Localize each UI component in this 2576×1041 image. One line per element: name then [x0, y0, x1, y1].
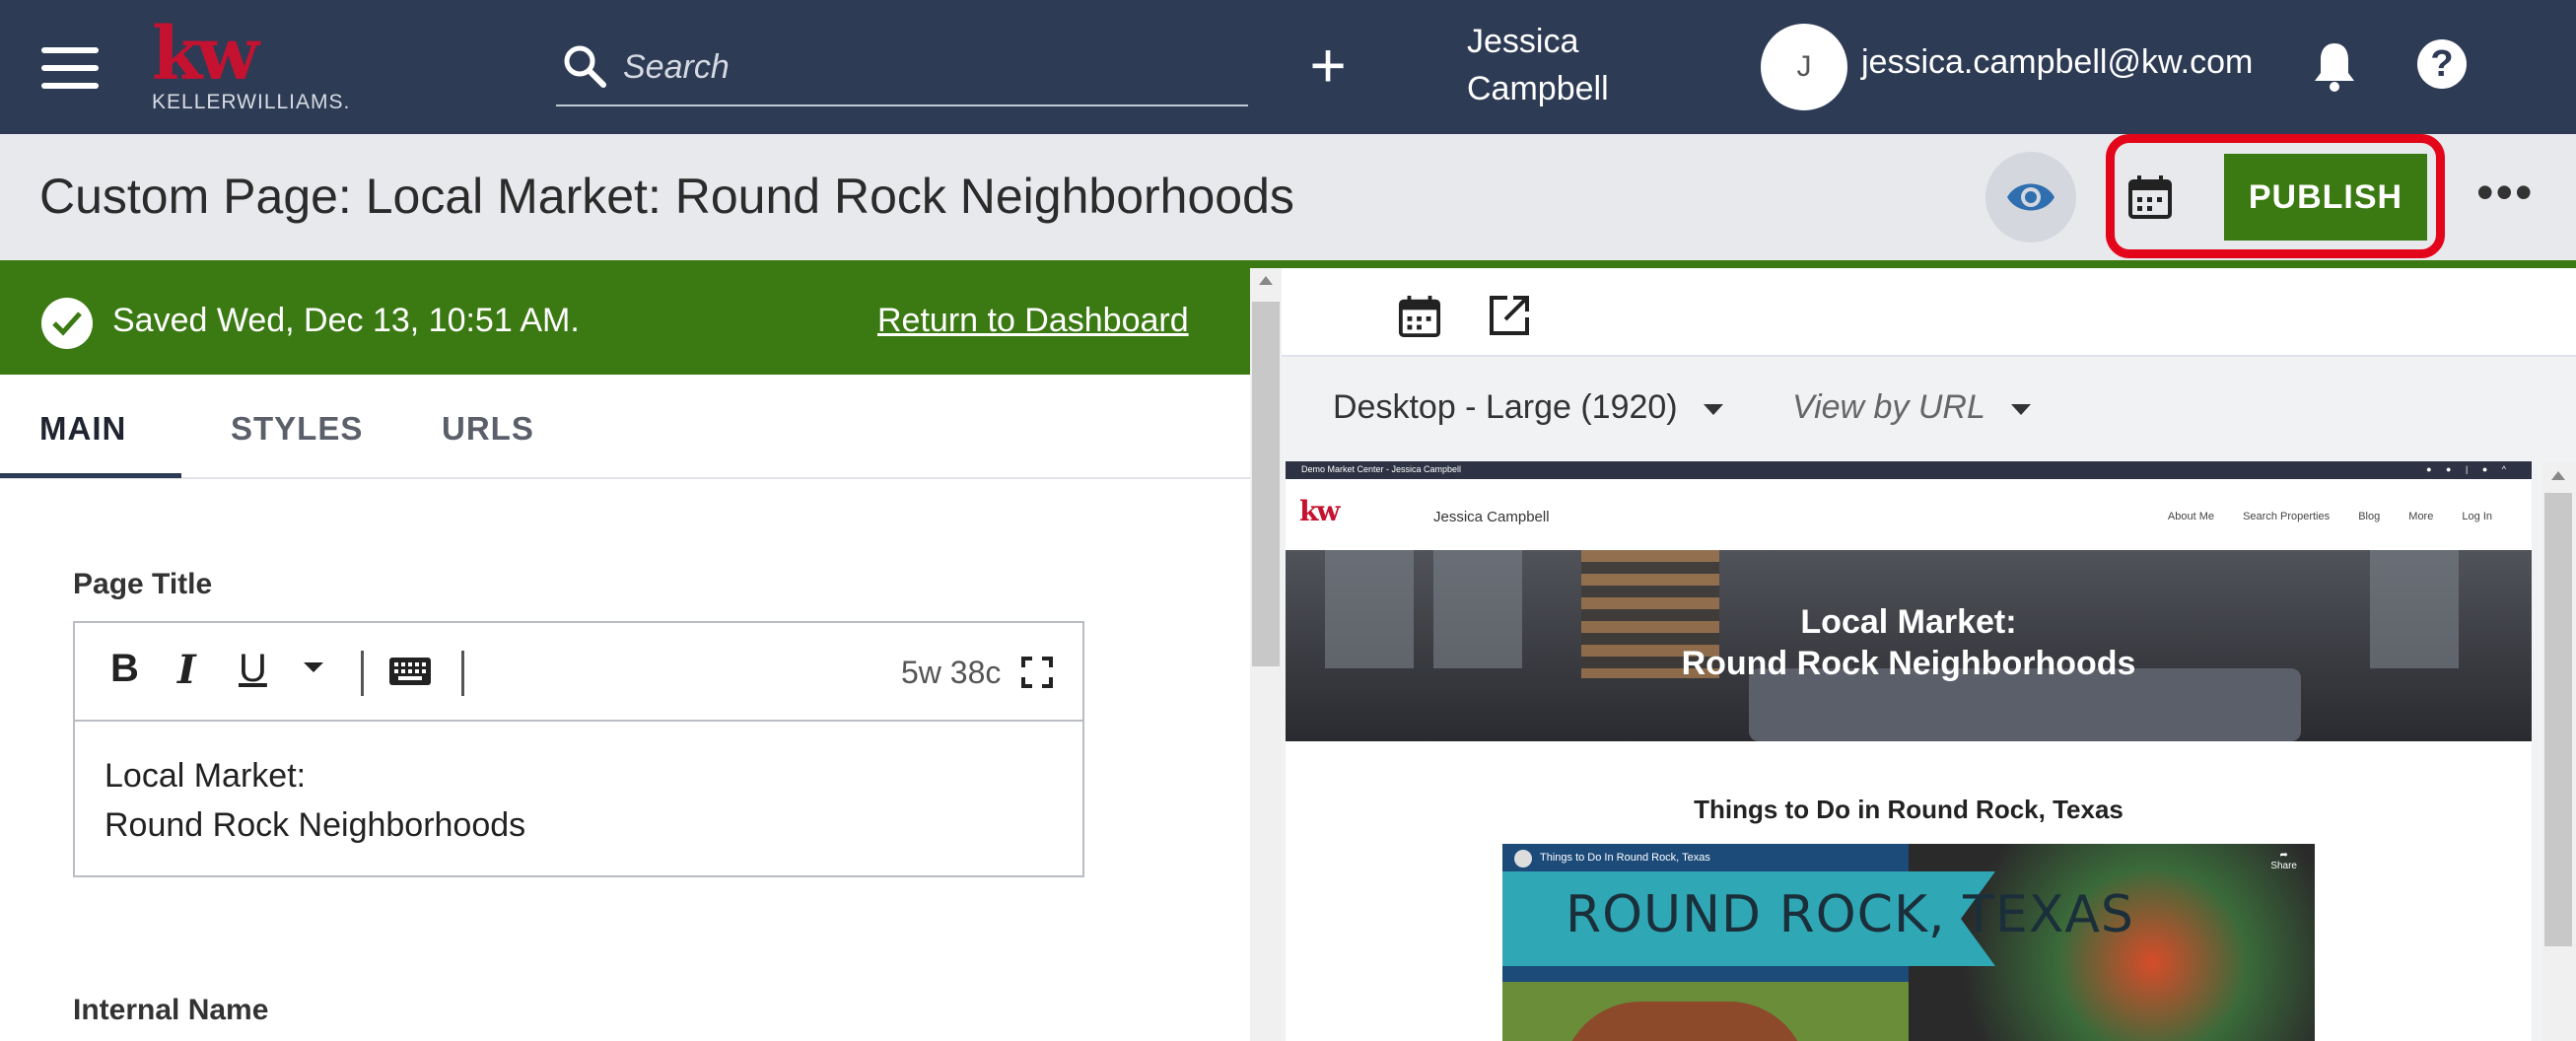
preview-hero: Local Market: Round Rock Neighborhoods [1286, 550, 2532, 741]
editor-tabs: MAIN STYLES URLS [0, 375, 1250, 479]
more-icon[interactable]: ••• [2476, 168, 2535, 217]
fullscreen-icon[interactable] [1021, 657, 1053, 693]
tab-styles[interactable]: STYLES [231, 410, 363, 448]
bell-icon[interactable] [2311, 39, 2358, 98]
preview-button[interactable] [1985, 152, 2076, 243]
active-tab-indicator [0, 473, 181, 478]
help-icon[interactable]: ? [2417, 39, 2467, 89]
tab-urls[interactable]: URLS [442, 410, 534, 448]
internal-name-label: Internal Name [73, 994, 269, 1026]
logo-kw-text: kw [152, 12, 259, 97]
video-channel-icon [1514, 850, 1532, 868]
page-title-label: Page Title [73, 568, 213, 600]
kw-logo[interactable]: kw KELLERWILLIAMS. [152, 12, 351, 114]
hero-title-line-2: Round Rock Neighborhoods [1681, 645, 2136, 682]
user-last-name: Campbell [1467, 70, 1609, 107]
preview-agent-name: Jessica Campbell [1433, 509, 1550, 525]
preview-hero-title: Local Market: Round Rock Neighborhoods [1286, 601, 2532, 684]
scrollbar-thumb[interactable] [1252, 302, 1280, 666]
preview-video[interactable]: ROUND ROCK, TEXAS Things to Do In Round … [1502, 844, 2315, 1041]
plus-icon[interactable]: + [1303, 34, 1353, 99]
user-name[interactable]: Jessica Campbell [1467, 18, 1654, 112]
chevron-down-icon [2010, 403, 2031, 415]
video-title: Things to Do In Round Rock, Texas [1540, 852, 1710, 864]
preview-nav-link: Log In [2462, 511, 2492, 522]
preview-logo: kw [1299, 495, 1340, 527]
preview-nav-link: About Me [2167, 511, 2215, 522]
scroll-up-arrow[interactable] [2551, 471, 2565, 480]
page-title-line-2: Round Rock Neighborhoods [104, 806, 526, 844]
preview-strip-text: Demo Market Center - Jessica Campbell [1301, 464, 1462, 474]
chevron-down-icon [1703, 403, 1723, 415]
search-icon [564, 45, 606, 88]
italic-button[interactable]: I [177, 647, 196, 693]
bold-button[interactable]: B [110, 647, 139, 691]
preview-nav: kw Jessica Campbell About Me Search Prop… [1286, 479, 2532, 550]
preview-nav-link: Search Properties [2243, 511, 2331, 522]
page-title-text[interactable]: Local Market: Round Rock Neighborhoods [104, 751, 525, 850]
preview-section-title: Things to Do in Round Rock, Texas [1694, 795, 2123, 824]
save-status-bar: Saved Wed, Dec 13, 10:51 AM. Return to D… [0, 260, 1250, 375]
page-title-editor[interactable]: B I U 5w 38c Local Market: Round Rock Ne… [73, 621, 1084, 877]
preview-nav-link: Blog [2358, 511, 2381, 522]
check-circle-icon [41, 298, 93, 349]
scrollbar-thumb[interactable] [2544, 493, 2572, 946]
chevron-down-icon[interactable] [304, 662, 323, 672]
device-select[interactable]: Desktop - Large (1920) [1333, 388, 1723, 427]
saved-status-text: Saved Wed, Dec 13, 10:51 AM. [112, 302, 580, 339]
preview-scrollbar[interactable] [2541, 461, 2576, 1041]
preview-nav-links: About Me Search Properties Blog More Log… [2142, 511, 2492, 522]
highlight-annotation [2106, 134, 2445, 258]
editor-toolbar: B I U 5w 38c [75, 623, 1082, 722]
toolbar-divider [461, 651, 464, 696]
eye-icon [2007, 183, 2054, 211]
external-link-icon[interactable] [1488, 294, 1531, 342]
return-to-dashboard-link[interactable]: Return to Dashboard [877, 302, 1189, 340]
site-preview[interactable]: Demo Market Center - Jessica Campbell ● … [1286, 461, 2532, 1041]
share-label: Share [2270, 861, 2297, 871]
user-email[interactable]: jessica.campbell@kw.com [1861, 43, 2253, 82]
view-by-url-select[interactable]: View by URL [1792, 388, 2031, 427]
view-by-url-value: View by URL [1792, 388, 1985, 426]
video-banner-text: ROUND ROCK, TEXAS [1566, 885, 2134, 944]
share-icon[interactable]: ➦ Share [2270, 850, 2297, 871]
preview-nav-link: More [2408, 511, 2434, 522]
editor-panel: Saved Wed, Dec 13, 10:51 AM. Return to D… [0, 260, 1250, 1041]
avatar[interactable]: J [1761, 24, 1847, 110]
top-navbar: kw KELLERWILLIAMS. + Jessica Campbell J … [0, 0, 2576, 134]
toolbar-divider [361, 651, 364, 696]
logo-subtext: KELLERWILLIAMS. [152, 91, 351, 113]
social-icons: ● ● | ● ^ [2426, 464, 2512, 474]
tab-main[interactable]: MAIN [39, 410, 126, 448]
user-first-name: Jessica [1467, 23, 1579, 60]
search-box[interactable] [556, 32, 1248, 106]
scroll-up-arrow[interactable] [1259, 276, 1273, 285]
page-title-line-1: Local Market: [104, 757, 307, 795]
keyboard-icon[interactable] [388, 657, 432, 691]
editor-scrollbar[interactable] [1250, 268, 1282, 1041]
hero-title-line-1: Local Market: [1800, 603, 2017, 641]
underline-button[interactable]: U [239, 647, 267, 691]
preview-toolbar [1282, 268, 2576, 357]
word-char-count: 5w 38c [901, 655, 1002, 690]
search-input[interactable] [623, 45, 1215, 89]
menu-icon[interactable] [41, 47, 99, 89]
device-select-value: Desktop - Large (1920) [1333, 388, 1678, 426]
page-title: Custom Page: Local Market: Round Rock Ne… [39, 169, 1294, 224]
preview-top-strip: Demo Market Center - Jessica Campbell ● … [1286, 461, 2532, 479]
calendar-icon[interactable] [1398, 294, 1441, 344]
